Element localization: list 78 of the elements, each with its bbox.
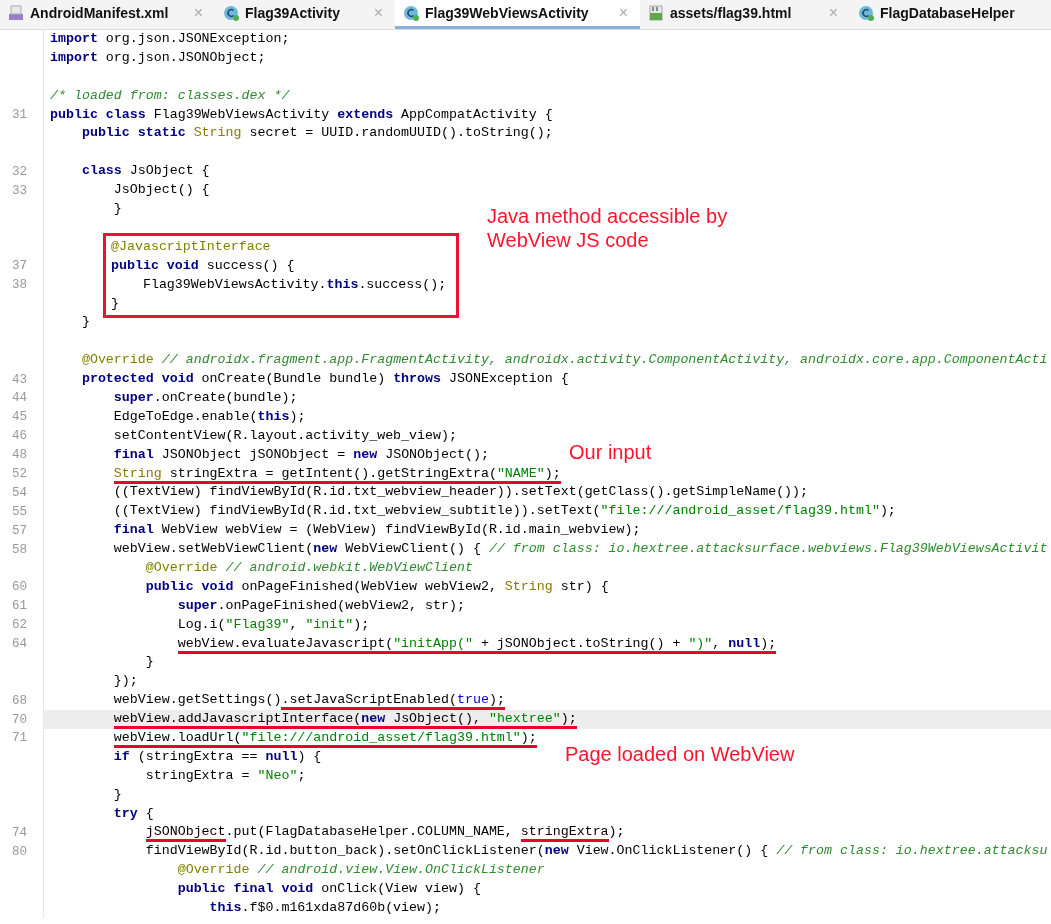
line-number: 31 [11,108,27,122]
code-line: ((TextView) findViewById(R.id.txt_webview_subtitle)).setText("file:///android_asset/flag39.html"); [112,502,896,521]
line-number: 43 [11,372,27,387]
line-number: 54 [11,485,27,500]
editor-tab[interactable]: assets/flag39.html × [640,0,850,29]
code-line: webView.setWebViewClient(new WebViewClient() { // from class: io.hextree.attacksurface.webviews.Flag39WebViewsActivit [112,540,1048,559]
line-number: 70 [11,712,27,727]
code-line: stringExtra = "Neo"; [144,766,306,785]
line-number: 46 [11,429,27,444]
code-line: public void onPageFinished(WebView webView2, String str) { [144,577,609,596]
code-line: @JavascriptInterface [110,237,272,256]
code-line: import org.json.JSONException; [49,30,290,48]
code-line: public class Flag39WebViewsActivity extends AppCompatActivity { [49,105,553,124]
annotation-note: Our input [569,440,653,464]
code-line: Log.i("Flag39", "init"); [176,615,370,634]
code-line: try { [112,804,154,823]
code-line: webView.loadUrl("file:///android_asset/flag39.html"); [44,729,537,748]
code-line: JsObject() { [112,181,210,200]
code-line: @Override // androidx.fragment.app.FragmentActivity, androidx.activity.ComponentActivity, androidx.core.app.ComponentActi [80,351,1048,370]
line-number: 52 [11,467,27,481]
line-number: 61 [11,599,27,614]
code-line: super.onCreate(bundle); [112,389,298,407]
html-file-icon [648,5,664,21]
code-line: @Override // android.webkit.WebViewClient [144,559,473,577]
line-number: 45 [11,410,27,425]
editor-tab[interactable]: Flag39Activity × [215,0,395,29]
code-line: EdgeToEdge.enable(this); [112,407,306,426]
line-number: 58 [11,542,27,557]
class-icon [223,5,239,21]
code-line: if (stringExtra == null) { [112,747,322,766]
code-line: } [112,785,122,804]
line-number: 37 [11,259,27,274]
code-line: findViewById(R.id.button_back).setOnClickListener(new View.OnClickListener() { // from class: io.hextree.attacksu [144,842,1048,861]
code-line: ((TextView) findViewById(R.id.txt_webview_header)).setText(getClass().getSimpleName()); [112,483,809,502]
line-number: 64 [11,637,27,651]
line-number: 33 [11,183,27,198]
line-number: 57 [11,523,27,538]
code-line: } [110,294,120,313]
code-line: }); [112,672,138,691]
code-line: public void success() { [110,256,296,275]
line-number: 44 [11,391,27,406]
code-line: import org.json.JSONObject; [49,48,266,67]
line-number: 60 [11,580,27,595]
line-number: 62 [11,618,27,633]
code-line: String stringExtra = getIntent().getStringExtra("NAME"); [44,464,561,484]
code-line: /* loaded from: classes.dex */ [49,86,290,105]
code-line: jSONObject.put(FlagDatabaseHelper.COLUMN_NAME, stringExtra); [44,823,625,843]
editor-tab[interactable]: FlagDatabaseHelper [850,0,1051,29]
line-number: 32 [11,164,27,179]
code-line: final JSONObject jSONObject = new JSONObject(); [112,445,489,464]
code-line: @Override // android.view.View.OnClickListener [176,861,545,880]
line-number: 74 [11,825,27,840]
line-number: 80 [11,844,27,859]
code-line: final WebView webView = (WebView) findViewById(R.id.main_webview); [112,521,641,540]
code-line: webView.evaluateJavascript("initApp(" + jSONObject.toString() + ")", null); [44,634,777,654]
line-number: 71 [11,731,27,746]
editor-tab[interactable]: AndroidManifest.xml × [0,0,215,29]
annotation-note: Java method accessible by WebView JS code [487,204,729,252]
code-line: } [144,653,154,672]
class-icon [403,5,419,21]
line-number: 68 [11,693,27,708]
annotation-note: Page loaded on WebView [565,742,796,766]
code-line: setContentView(R.layout.activity_web_view); [112,426,457,445]
manifest-file-icon [8,5,24,21]
line-number: 55 [11,504,27,519]
code-line: protected void onCreate(Bundle bundle) throws JSONException { [80,370,569,389]
line-number: 48 [11,448,27,463]
code-line: class JsObject { [80,162,210,181]
editor-tab[interactable]: Flag39WebViewsActivity × [395,0,640,29]
code-line: this.f$0.m161xda87d60b(view); [208,899,441,918]
code-line: } [80,313,90,332]
code-line: super.onPageFinished(webView2, str); [176,596,465,615]
code-line: Flag39WebViewsActivity.this.success(); [141,275,448,294]
code-line: public final void onClick(View view) { [176,880,481,899]
line-number: 38 [11,278,27,292]
class-icon [858,5,874,21]
code-line: public static String secret = UUID.randomUUID().toString(); [80,124,553,143]
code-line: } [112,200,122,218]
